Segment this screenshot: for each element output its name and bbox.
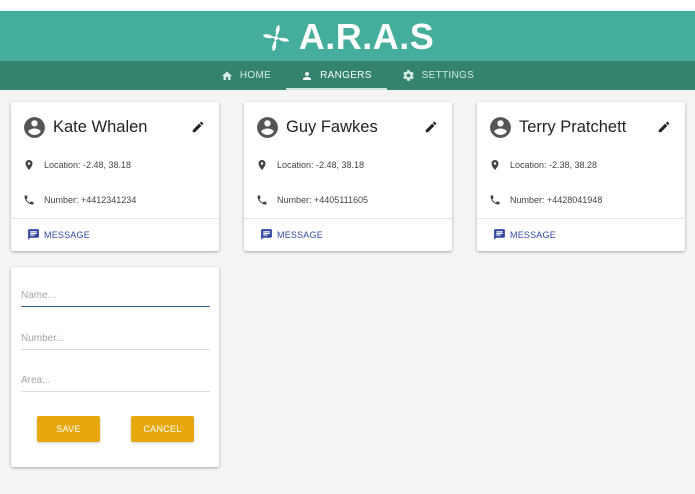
- ranger-card-header: Guy Fawkes: [255, 113, 438, 141]
- ranger-number: Number: +4428041948: [510, 195, 603, 205]
- number-field[interactable]: [21, 328, 210, 350]
- save-button[interactable]: SAVE: [37, 416, 100, 442]
- ranger-number-row: Number: +4428041948: [489, 194, 602, 206]
- app-header: A.R.A.S: [0, 11, 695, 61]
- ranger-location: Location: -2.48, 38.18: [277, 160, 365, 170]
- name-field[interactable]: [21, 285, 210, 307]
- message-label: MESSAGE: [44, 229, 90, 240]
- location-pin-icon: [25, 160, 33, 170]
- ranger-card-header: Kate Whalen: [22, 113, 205, 141]
- edit-icon[interactable]: [657, 120, 671, 134]
- avatar-icon: [490, 116, 511, 138]
- ranger-location: Location: -2.38, 38.28: [510, 160, 598, 170]
- message-icon: [261, 229, 272, 240]
- ranger-card-header: Terry Pratchett: [488, 113, 671, 141]
- ranger-location-row: Location: -2.48, 38.18: [256, 159, 364, 171]
- message-icon: [28, 229, 39, 240]
- edit-icon[interactable]: [191, 120, 205, 134]
- phone-icon: [24, 195, 34, 205]
- ranger-number-row: Number: +4405111605: [256, 194, 368, 206]
- tab-home-label: HOME: [239, 70, 272, 81]
- ranger-location-row: Location: -2.48, 38.18: [23, 159, 131, 171]
- avatar-icon: [257, 116, 278, 138]
- number-input[interactable]: [21, 328, 210, 349]
- card-divider: [244, 218, 452, 219]
- message-button[interactable]: MESSAGE: [260, 228, 323, 241]
- message-label: MESSAGE: [277, 229, 323, 240]
- phone-icon: [490, 195, 500, 205]
- card-divider: [477, 218, 685, 219]
- ranger-number: Number: +4412341234: [44, 195, 137, 205]
- area-field[interactable]: [21, 370, 210, 392]
- tab-rangers-label: RANGERS: [320, 70, 372, 81]
- avatar-icon: [24, 116, 45, 138]
- main-nav: HOME RANGERS SETTINGS: [0, 61, 695, 90]
- ranger-location: Location: -2.48, 38.18: [44, 160, 132, 170]
- tab-rangers[interactable]: RANGERS: [286, 61, 387, 90]
- name-input[interactable]: [21, 285, 210, 306]
- ranger-card: Guy Fawkes Location: -2.48, 38.18 Number…: [244, 102, 452, 251]
- message-icon: [494, 229, 505, 240]
- app-title: A.R.A.S: [298, 16, 435, 57]
- gear-icon: [402, 70, 414, 81]
- edit-icon[interactable]: [424, 120, 438, 134]
- phone-icon: [257, 195, 267, 205]
- message-label: MESSAGE: [510, 229, 556, 240]
- pinwheel-icon: [262, 24, 289, 52]
- ranger-name: Guy Fawkes: [286, 117, 378, 136]
- ranger-name: Kate Whalen: [53, 117, 148, 136]
- ranger-card: Kate Whalen Location: -2.48, 38.18 Numbe…: [11, 102, 219, 251]
- cancel-button[interactable]: CANCEL: [131, 416, 194, 442]
- home-icon: [221, 71, 232, 80]
- message-button[interactable]: MESSAGE: [27, 228, 90, 241]
- person-icon: [303, 71, 312, 80]
- location-pin-icon: [258, 160, 266, 170]
- location-pin-icon: [491, 160, 499, 170]
- ranger-number: Number: +4405111605: [277, 195, 368, 205]
- ranger-location-row: Location: -2.38, 38.28: [489, 159, 597, 171]
- card-divider: [11, 218, 219, 219]
- add-ranger-form: SAVE CANCEL: [11, 267, 219, 467]
- tab-settings-label: SETTINGS: [421, 70, 475, 81]
- message-button[interactable]: MESSAGE: [493, 228, 556, 241]
- area-input[interactable]: [21, 370, 210, 391]
- top-strip: [0, 0, 695, 11]
- tab-home[interactable]: HOME: [206, 61, 286, 90]
- tab-settings[interactable]: SETTINGS: [387, 61, 489, 90]
- ranger-name: Terry Pratchett: [519, 117, 627, 136]
- ranger-card: Terry Pratchett Location: -2.38, 38.28 N…: [477, 102, 685, 251]
- ranger-number-row: Number: +4412341234: [23, 194, 136, 206]
